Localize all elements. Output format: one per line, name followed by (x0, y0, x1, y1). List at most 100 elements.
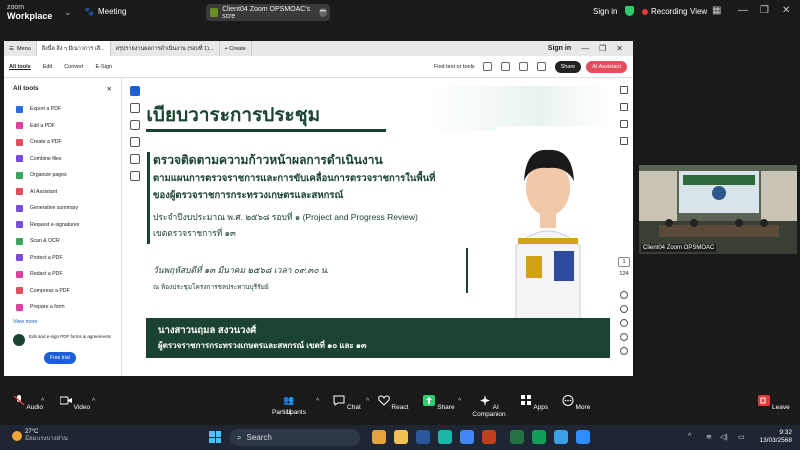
battery-icon[interactable]: ▭ (738, 433, 745, 441)
tool-item[interactable]: Generative summary (4, 200, 121, 217)
chrome-icon[interactable] (460, 430, 474, 444)
photos-icon[interactable] (554, 430, 568, 444)
taskbar-search[interactable]: ⌕ Search (230, 429, 360, 446)
zoom-in-icon[interactable] (620, 333, 628, 341)
text-select-icon[interactable] (130, 154, 140, 164)
bookmark-icon[interactable] (620, 120, 628, 128)
zoom-out-icon[interactable] (620, 347, 628, 355)
close-icon[interactable]: ✕ (782, 5, 790, 16)
convert-tab[interactable]: Convert (64, 64, 83, 70)
copy-icon[interactable] (620, 319, 628, 327)
page-indicator[interactable]: 1 124 (618, 257, 630, 277)
start-button[interactable] (209, 431, 221, 443)
upload-icon[interactable] (518, 62, 528, 71)
screen-share-pill[interactable]: Client04 Zoom OPSMOAC's scre ••• (206, 4, 330, 21)
volume-icon[interactable]: ◁) (720, 433, 728, 441)
close-icon[interactable]: ✕ (107, 85, 112, 93)
edit-tab[interactable]: Edit (43, 64, 52, 70)
word-icon[interactable] (416, 430, 430, 444)
tool-item[interactable]: Export a PDF (4, 101, 121, 118)
more-icon[interactable]: ••• (318, 8, 328, 17)
create-tab[interactable]: + Create (220, 41, 252, 56)
pen-icon[interactable] (130, 120, 140, 130)
tool-item[interactable]: Redact a PDF (4, 266, 121, 283)
participant-video[interactable]: Client04 Zoom OPSMOAC (639, 165, 797, 254)
share-screen-button[interactable]: Share (414, 395, 464, 411)
all-tools-tab[interactable]: All tools (9, 64, 31, 70)
chevron-up-icon[interactable]: ^ (688, 433, 691, 440)
tool-item[interactable]: Protect a PDF (4, 250, 121, 267)
promo-banner: Edit and e-sign PDF forms & agreements (13, 334, 118, 346)
clock[interactable]: 9:32 13/03/2568 (759, 429, 792, 445)
document-tab-1[interactable]: สิ่งนี้ล สิ่ง ๆ มีเนาวการ เสื... (36, 41, 111, 56)
weather-widget[interactable]: 27°C มีลมแรงบางส่วน (12, 429, 68, 443)
leave-button[interactable]: Leave (749, 395, 799, 411)
tool-item[interactable]: Scan & OCR (4, 233, 121, 250)
tool-item[interactable]: AI Assistant (4, 184, 121, 201)
chevron-down-icon[interactable]: ⌄ (64, 7, 72, 18)
tool-item[interactable]: Create a PDF (4, 134, 121, 151)
acrobat-sign-in[interactable]: Sign in (548, 45, 571, 52)
file-explorer-icon[interactable] (394, 430, 408, 444)
print-icon[interactable] (500, 62, 510, 71)
rail-icon[interactable] (620, 86, 628, 94)
free-trial-button[interactable]: Free trial (44, 352, 76, 364)
audio-button[interactable]: Audio (3, 395, 53, 411)
chat-button[interactable]: Chat (322, 395, 372, 411)
mic-muted-icon (13, 395, 25, 406)
tool-item[interactable]: Organize pages (4, 167, 121, 184)
tool-item[interactable]: Request e-signatures (4, 217, 121, 234)
ai-assistant-button[interactable]: AI Assistant (586, 60, 627, 73)
tool-item[interactable]: Compress a PDF (4, 283, 121, 300)
maximize-icon[interactable]: ❐ (760, 5, 769, 16)
tool-item[interactable]: Edit a PDF (4, 118, 121, 135)
select-cursor-icon[interactable] (130, 86, 140, 96)
sign-in-link[interactable]: Sign in (593, 7, 617, 16)
stamp-icon[interactable] (130, 171, 140, 181)
maximize-icon[interactable]: ❐ (599, 44, 606, 53)
more-icon[interactable] (536, 62, 546, 71)
meeting-button[interactable]: 🐾 Meeting (84, 7, 126, 16)
copilot-icon[interactable] (372, 430, 386, 444)
tool-item[interactable]: Combine files (4, 151, 121, 168)
chevron-up-icon[interactable]: ^ (92, 398, 95, 405)
save-icon[interactable] (482, 62, 492, 71)
rotate-icon[interactable] (620, 291, 628, 299)
chevron-up-icon[interactable]: ^ (41, 398, 44, 405)
tool-item[interactable]: Prepare a form (4, 299, 121, 316)
share-button[interactable]: Share (554, 60, 582, 73)
document-tab-2[interactable]: สรุปรายงานผลการดำเนินงาน (รอบที่ 1)... (111, 41, 220, 56)
minimize-icon[interactable]: — (738, 5, 748, 16)
esign-tab[interactable]: E-Sign (95, 64, 112, 70)
menu-tab[interactable]: ☰ Menu (4, 41, 37, 56)
shield-icon[interactable] (625, 6, 634, 16)
lasso-icon[interactable] (130, 137, 140, 147)
excel-icon[interactable] (510, 430, 524, 444)
close-icon[interactable]: ✕ (616, 44, 623, 53)
more-button[interactable]: More (551, 395, 601, 411)
tool-icon (16, 188, 23, 196)
view-button[interactable]: View (690, 7, 707, 16)
participants-button[interactable]: 👥11 Participants (264, 395, 314, 416)
refresh-icon[interactable] (620, 305, 628, 313)
app-icon[interactable] (532, 430, 546, 444)
wifi-icon[interactable]: ≋ (706, 433, 712, 441)
minimize-icon[interactable]: — (581, 44, 589, 53)
chevron-up-icon[interactable]: ^ (316, 398, 319, 405)
powerpoint-icon[interactable] (482, 430, 496, 444)
react-button[interactable]: React (368, 395, 418, 411)
copy-icon[interactable] (620, 137, 628, 145)
chevron-up-icon[interactable]: ^ (458, 398, 461, 405)
meeting-room-image (639, 165, 797, 254)
grid-icon[interactable]: ▦ (712, 5, 721, 16)
tool-icon (16, 122, 23, 130)
recording-indicator[interactable]: Recording (642, 7, 687, 16)
find-text-field[interactable]: Find text or tools (434, 64, 475, 70)
zoom-icon[interactable] (130, 103, 140, 113)
edge-icon[interactable] (438, 430, 452, 444)
zoom-app-icon[interactable] (576, 430, 590, 444)
view-more-link[interactable]: View more (4, 319, 121, 325)
comment-icon[interactable] (620, 103, 628, 111)
heart-icon (377, 395, 390, 406)
ai-companion-button[interactable]: AI Companion (464, 395, 514, 418)
